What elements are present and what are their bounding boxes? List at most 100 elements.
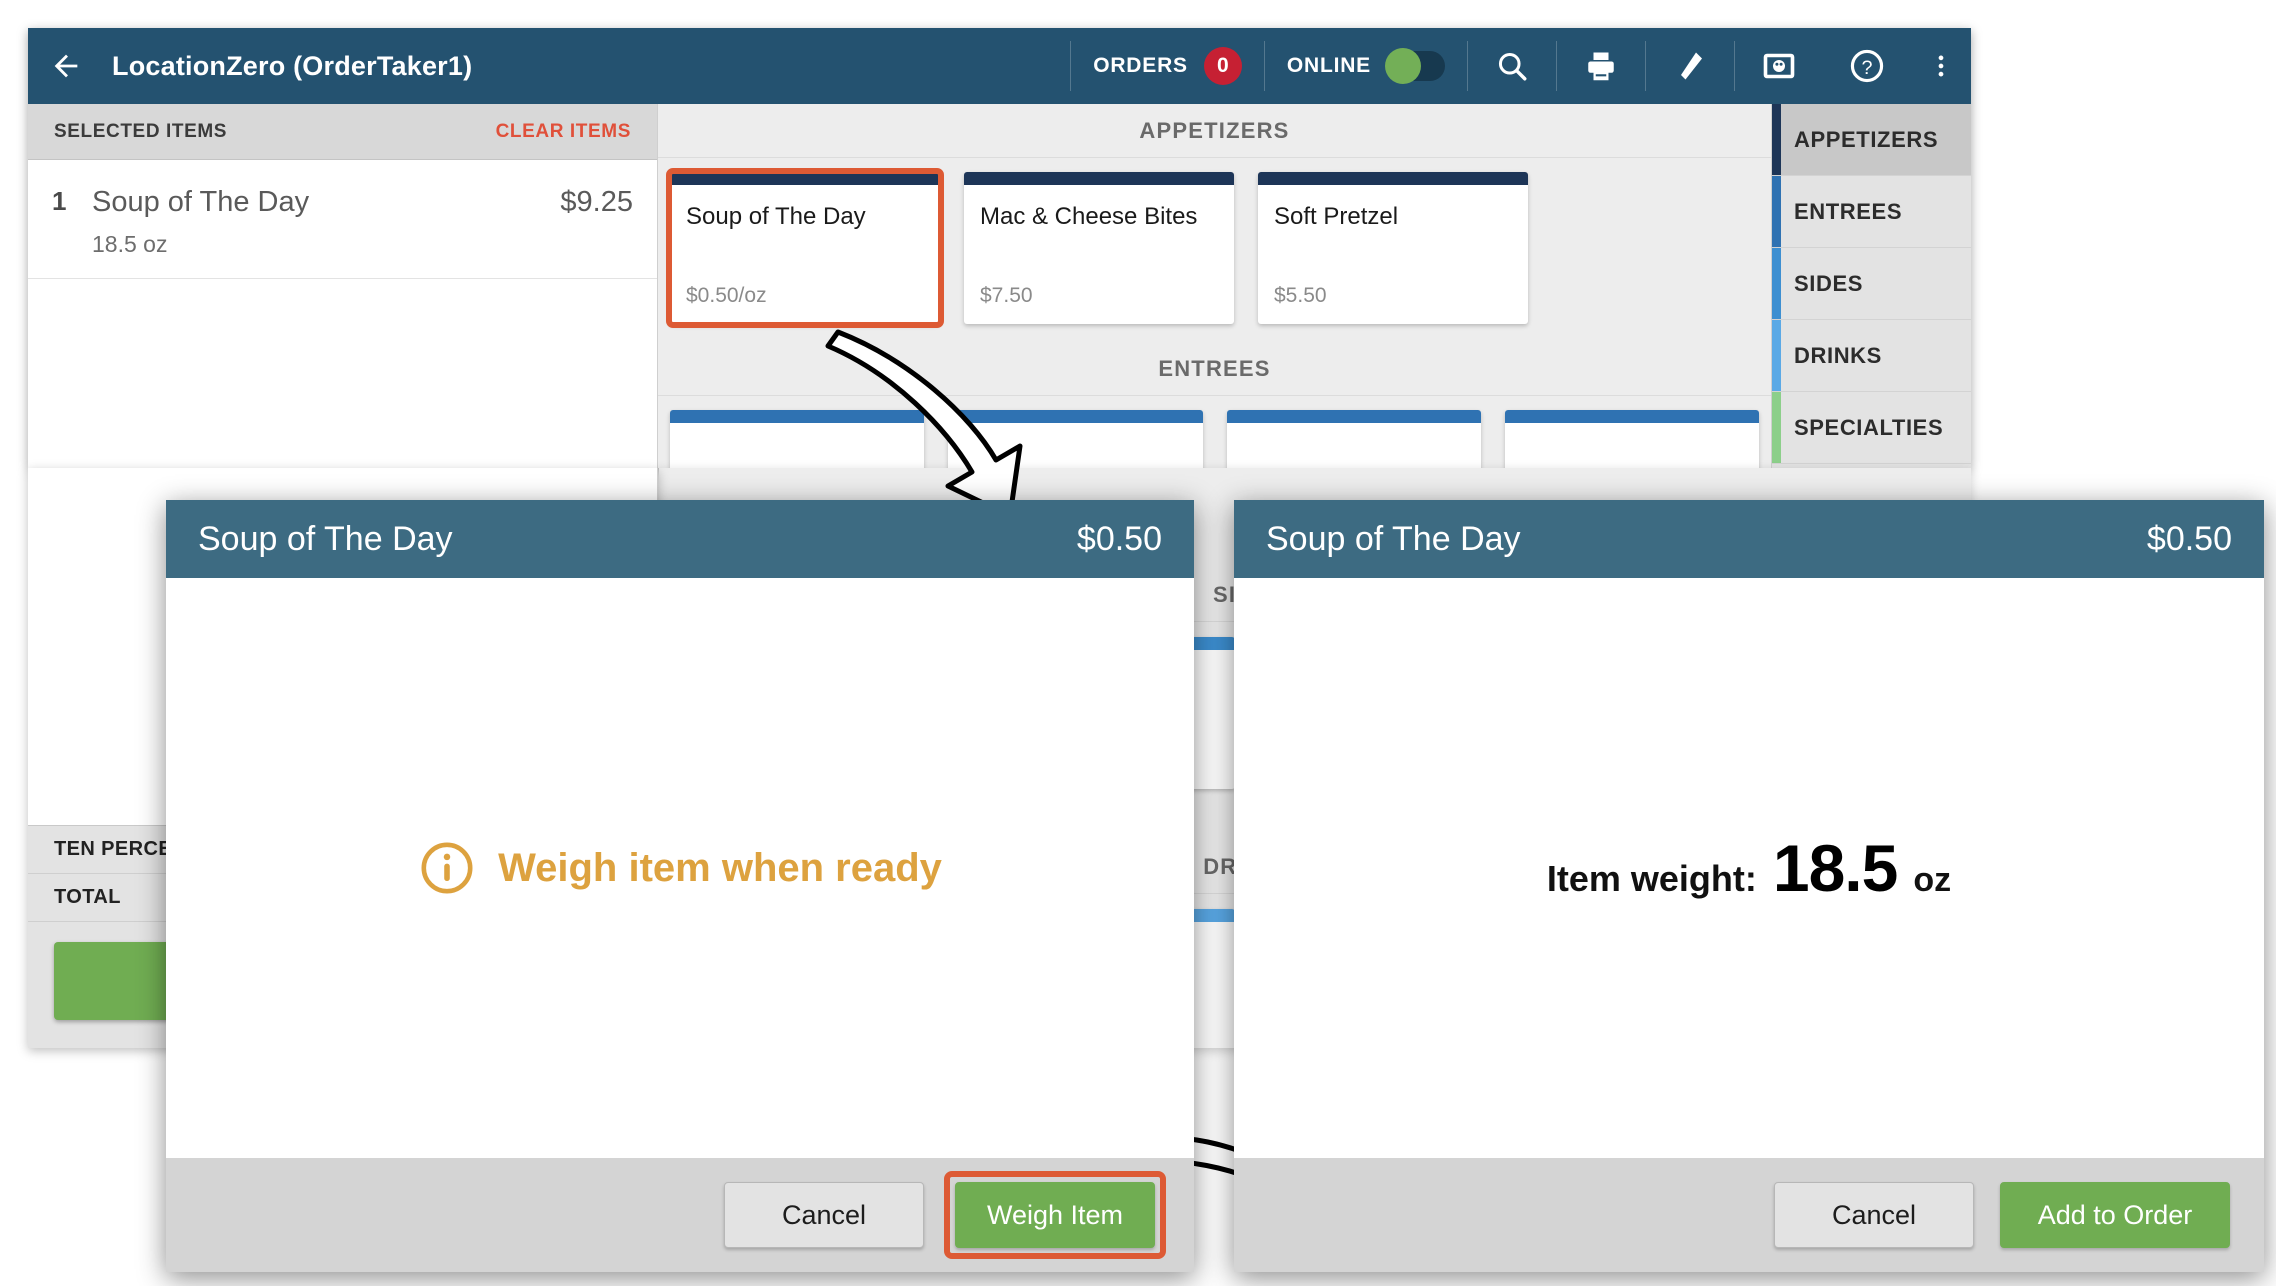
- menu-card-soup-of-the-day[interactable]: Soup of The Day $0.50/oz: [666, 168, 944, 328]
- category-item-specialties[interactable]: SPECIALTIES: [1772, 392, 1971, 464]
- weigh-dialog-header: Soup of The Day $0.50: [166, 500, 1194, 578]
- card-color-strip: [1226, 410, 1481, 423]
- card-color-strip: [948, 410, 1203, 423]
- item-weight-dialog: Soup of The Day $0.50 Item weight: 18.5 …: [1234, 500, 2264, 1272]
- weigh-dialog-price: $0.50: [1076, 519, 1162, 558]
- menu-grid-area: APPETIZERS Soup of The Day $0.50/oz Mac …: [658, 104, 1771, 468]
- item-qty: 1: [52, 186, 67, 216]
- card-row-appetizers: Soup of The Day $0.50/oz Mac & Cheese Bi…: [658, 158, 1771, 342]
- pos-app-window: LocationZero (OrderTaker1) ORDERS 0 ONLI…: [28, 28, 1971, 468]
- item-weight-unit: oz: [1913, 861, 1952, 899]
- orders-label: ORDERS: [1093, 54, 1188, 77]
- terminal-icon: [1763, 53, 1795, 79]
- search-button[interactable]: [1468, 28, 1556, 104]
- category-item-sides[interactable]: SIDES: [1772, 248, 1971, 320]
- back-button[interactable]: [28, 49, 104, 83]
- weigh-item-button-highlight: Weigh Item: [944, 1171, 1166, 1259]
- weigh-dialog-title: Soup of The Day: [198, 519, 453, 558]
- menu-card-price: $7.50: [980, 284, 1033, 307]
- weigh-dialog-cancel-button[interactable]: Cancel: [724, 1182, 924, 1248]
- selected-items-header: SELECTED ITEMS CLEAR ITEMS: [28, 104, 657, 160]
- menu-card-entree[interactable]: [1504, 410, 1759, 468]
- card-color-strip: [670, 410, 925, 423]
- weight-dialog-price: $0.50: [2146, 519, 2232, 558]
- weight-dialog-title: Soup of The Day: [1266, 519, 1521, 558]
- help-icon: ?: [1850, 49, 1884, 83]
- weight-dialog-footer: Cancel Add to Order: [1234, 1158, 2264, 1272]
- help-button[interactable]: ?: [1823, 28, 1911, 104]
- item-weight-readout: Item weight: 18.5 oz: [1547, 830, 1951, 906]
- overflow-menu-icon: [1938, 55, 1944, 77]
- app-title: LocationZero (OrderTaker1): [112, 50, 473, 81]
- card-color-strip: [964, 172, 1234, 185]
- online-toggle-switch[interactable]: [1385, 48, 1445, 84]
- screenshot-root: LocationZero (OrderTaker1) ORDERS 0 ONLI…: [0, 0, 2276, 1286]
- menu-card-entree[interactable]: [1226, 410, 1481, 468]
- weigh-message-text: Weigh item when ready: [498, 845, 942, 890]
- search-icon: [1498, 52, 1527, 81]
- orders-indicator[interactable]: ORDERS 0: [1071, 28, 1264, 104]
- weigh-message: Weigh item when ready: [418, 839, 942, 897]
- weigh-item-dialog: Soup of The Day $0.50 Weigh item when re…: [166, 500, 1194, 1272]
- category-item-drinks[interactable]: DRINKS: [1772, 320, 1971, 392]
- category-item-entrees[interactable]: ENTREES: [1772, 176, 1971, 248]
- card-row-entrees: [658, 396, 1771, 468]
- item-info: Soup of The Day 18.5 oz: [92, 186, 560, 258]
- menu-card-entree[interactable]: [670, 410, 925, 468]
- weight-dialog-body: Item weight: 18.5 oz: [1234, 578, 2264, 1158]
- item-weight-label: Item weight:: [1546, 858, 1757, 899]
- app-body: SELECTED ITEMS CLEAR ITEMS 1 Soup of The…: [28, 104, 1971, 468]
- arrow-left-icon: [54, 54, 78, 78]
- card-color-strip: [670, 172, 940, 185]
- item-detail: 18.5 oz: [92, 231, 168, 257]
- category-label: APPETIZERS: [1794, 126, 1939, 152]
- category-color-bar: [1772, 104, 1781, 175]
- menu-card-soft-pretzel[interactable]: Soft Pretzel $5.50: [1258, 172, 1528, 324]
- category-label: SIDES: [1794, 270, 1864, 296]
- category-label: DRINKS: [1794, 342, 1882, 368]
- category-label: SPECIALTIES: [1794, 414, 1944, 440]
- toggle-knob: [1385, 48, 1421, 84]
- menu-card-price: $5.50: [1274, 284, 1327, 307]
- section-header-entrees: ENTREES: [658, 342, 1771, 396]
- item-name: Soup of The Day: [92, 186, 310, 218]
- weight-dialog-cancel-button[interactable]: Cancel: [1774, 1182, 1974, 1248]
- tag-button[interactable]: [1646, 28, 1734, 104]
- category-rail: APPETIZERS ENTREES SIDES DRINKS SPECIALT…: [1771, 104, 1971, 468]
- weight-dialog-header: Soup of The Day $0.50: [1234, 500, 2264, 578]
- weigh-item-button[interactable]: Weigh Item: [955, 1182, 1155, 1248]
- category-color-bar: [1772, 392, 1781, 463]
- category-color-bar: [1772, 248, 1781, 319]
- clear-items-button[interactable]: CLEAR ITEMS: [496, 121, 631, 143]
- selected-items-panel: SELECTED ITEMS CLEAR ITEMS 1 Soup of The…: [28, 104, 658, 468]
- menu-card-mac-cheese-bites[interactable]: Mac & Cheese Bites $7.50: [964, 172, 1234, 324]
- terminal-button[interactable]: [1735, 28, 1823, 104]
- selected-items-title: SELECTED ITEMS: [54, 120, 228, 142]
- tag-icon: [1681, 52, 1702, 80]
- list-item[interactable]: 1 Soup of The Day 18.5 oz $9.25: [28, 160, 657, 279]
- overflow-menu-button[interactable]: [1911, 28, 1971, 104]
- card-color-strip: [1258, 172, 1528, 185]
- app-top-bar: LocationZero (OrderTaker1) ORDERS 0 ONLI…: [28, 28, 1971, 104]
- menu-card-price: $0.50/oz: [686, 284, 767, 307]
- card-color-strip: [1504, 410, 1759, 423]
- category-item-appetizers[interactable]: APPETIZERS: [1772, 104, 1971, 176]
- section-header-appetizers: APPETIZERS: [658, 104, 1771, 158]
- print-button[interactable]: [1557, 28, 1645, 104]
- orders-count-badge: 0: [1203, 47, 1242, 85]
- menu-card-name: Mac & Cheese Bites: [980, 203, 1198, 230]
- category-label: ENTREES: [1794, 198, 1903, 224]
- category-color-bar: [1772, 176, 1781, 247]
- menu-card-name: Soft Pretzel: [1274, 203, 1399, 230]
- add-to-order-button[interactable]: Add to Order: [2000, 1182, 2230, 1248]
- menu-card-entree[interactable]: [948, 410, 1203, 468]
- menu-card-name: Soup of The Day: [686, 203, 866, 230]
- weigh-dialog-body: Weigh item when ready: [166, 578, 1194, 1158]
- info-circle-icon: [421, 842, 473, 894]
- online-toggle-group[interactable]: ONLINE: [1265, 28, 1467, 104]
- item-weight-value: 18.5: [1772, 831, 1898, 905]
- weigh-dialog-footer: Cancel Weigh Item: [166, 1158, 1194, 1272]
- svg-text:?: ?: [1861, 57, 1872, 79]
- selected-items-list: 1 Soup of The Day 18.5 oz $9.25: [28, 160, 657, 468]
- printer-icon: [1588, 52, 1614, 81]
